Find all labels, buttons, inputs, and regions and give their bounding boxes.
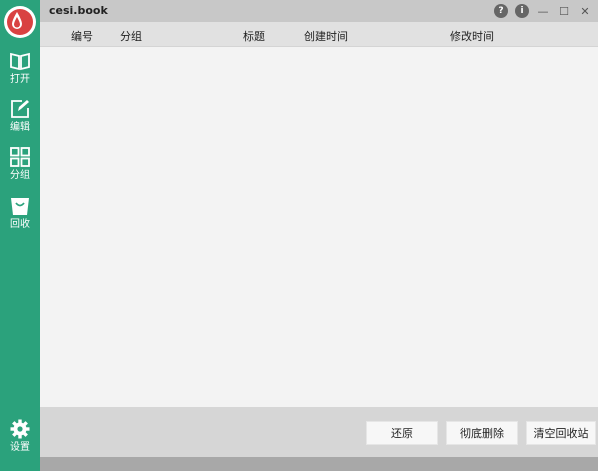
bin-icon [11,198,29,215]
column-header-created[interactable]: 创建时间 [304,28,348,44]
window-controls: ? i — ☐ ✕ [494,3,592,19]
sidebar-item-label: 设置 [10,442,30,453]
sidebar-item-label: 打开 [10,74,30,85]
sidebar-item-label: 回收 [10,219,30,230]
app-logo [4,6,36,38]
table-body[interactable] [40,47,598,407]
table-header: 编号 分组 标题 创建时间 修改时间 [40,22,598,47]
book-open-icon [10,52,30,71]
delete-permanently-button[interactable]: 彻底删除 [446,421,518,445]
help-icon[interactable]: ? [494,4,508,18]
window-title: cesi.book [49,4,108,17]
status-bar [40,457,598,471]
sidebar: 打开 编辑 分组 回收 设置 [0,0,40,471]
gear-icon [10,419,30,439]
column-header-modified[interactable]: 修改时间 [450,28,494,44]
sidebar-item-group[interactable]: 分组 [0,146,40,182]
grid-icon [10,147,30,167]
sidebar-item-recycle[interactable]: 回收 [0,195,40,231]
info-icon[interactable]: i [515,4,529,18]
edit-icon [11,100,29,118]
restore-button[interactable]: 还原 [366,421,438,445]
close-button[interactable]: ✕ [578,4,592,18]
sidebar-item-edit[interactable]: 编辑 [0,98,40,134]
sidebar-item-settings[interactable]: 设置 [0,418,40,454]
column-header-group[interactable]: 分组 [120,28,142,44]
minimize-button[interactable]: — [536,4,550,18]
footer-bar: 还原 彻底删除 清空回收站 [40,407,598,457]
maximize-button[interactable]: ☐ [557,4,571,18]
empty-recycle-bin-button[interactable]: 清空回收站 [526,421,596,445]
sidebar-item-label: 编辑 [10,122,30,133]
sidebar-item-open[interactable]: 打开 [0,50,40,86]
column-header-number[interactable]: 编号 [71,28,93,44]
sidebar-item-label: 分组 [10,170,30,181]
column-header-title[interactable]: 标题 [243,28,265,44]
title-bar: cesi.book ? i — ☐ ✕ [40,0,598,22]
